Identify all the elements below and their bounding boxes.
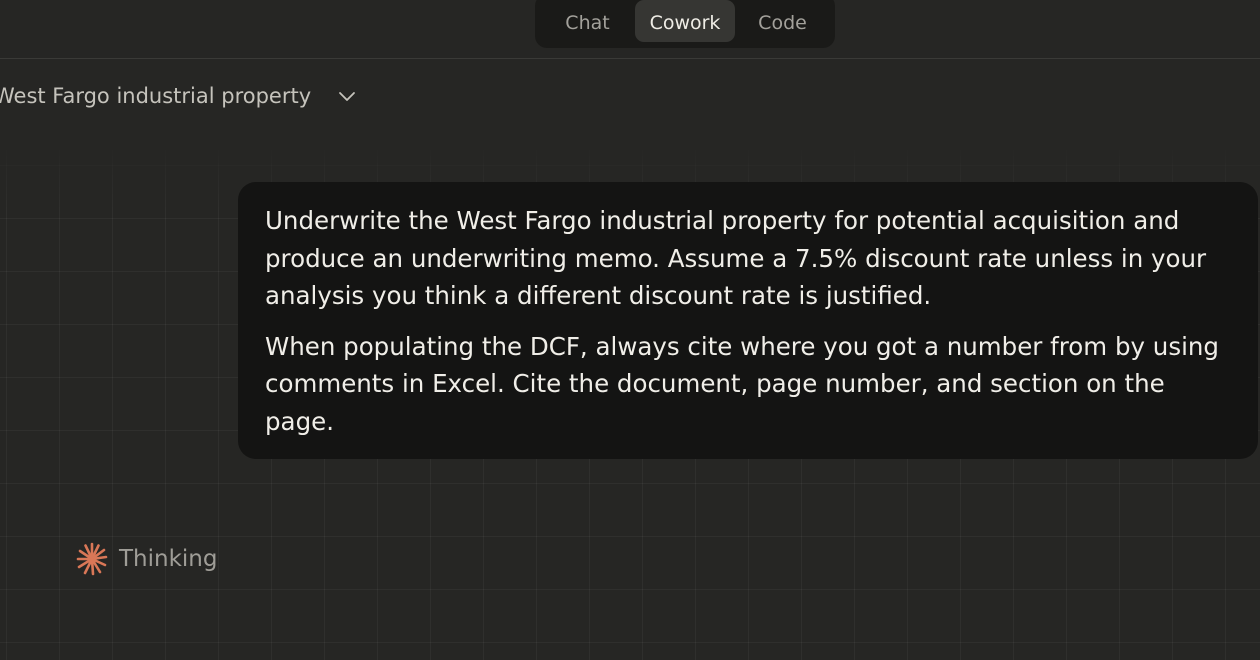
tab-chat[interactable]: Chat xyxy=(540,0,635,42)
user-message-bubble: Underwrite the West Fargo industrial pro… xyxy=(238,182,1258,459)
tab-cowork[interactable]: Cowork xyxy=(635,0,735,42)
message-paragraph-1: Underwrite the West Fargo industrial pro… xyxy=(265,206,1207,310)
thinking-label: Thinking xyxy=(119,546,218,572)
mode-switcher: Chat Cowork Code xyxy=(535,0,835,48)
conversation-title: West Fargo industrial property xyxy=(0,84,312,108)
conversation-title-dropdown[interactable]: West Fargo industrial property xyxy=(0,84,357,108)
chevron-down-icon xyxy=(339,92,356,101)
thinking-indicator: Thinking xyxy=(76,542,217,576)
tab-code[interactable]: Code xyxy=(735,0,830,42)
spark-icon xyxy=(76,542,108,576)
app-window: Chat Cowork Code West Fargo industrial p… xyxy=(0,0,1260,660)
message-paragraph-2: When populating the DCF, always cite whe… xyxy=(265,331,1219,436)
header-divider xyxy=(0,58,1260,59)
